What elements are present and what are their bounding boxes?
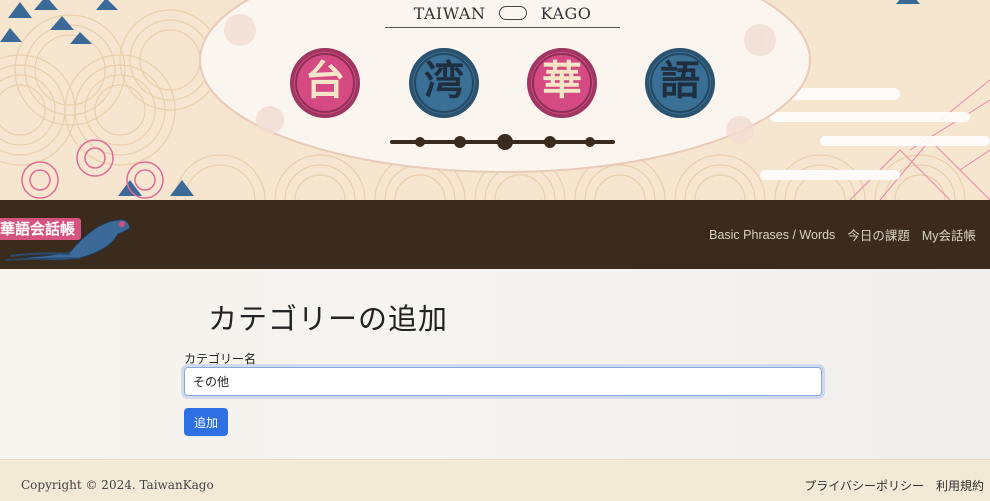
banner-pattern bbox=[0, 0, 990, 200]
category-name-input[interactable] bbox=[184, 367, 822, 396]
knot-icon bbox=[499, 5, 528, 20]
logo-text[interactable]: 華語会話帳 bbox=[0, 218, 82, 240]
kago-title-right: KAGO bbox=[540, 4, 592, 23]
nav-link-basic-phrases[interactable]: Basic Phrases / Words bbox=[709, 228, 835, 242]
banner-char-1: 台 bbox=[290, 48, 360, 118]
banner-char-2: 湾 bbox=[409, 48, 479, 118]
kago-title-left: TAIWAN bbox=[413, 4, 486, 23]
banner-char-3: 華 bbox=[527, 48, 597, 118]
main-content bbox=[0, 269, 990, 459]
nav-links: Basic Phrases / Words 今日の課題 My会話帳 bbox=[709, 200, 976, 269]
add-button[interactable]: 追加 bbox=[184, 408, 228, 436]
page-title: カテゴリーの追加 bbox=[208, 302, 449, 336]
category-name-label: カテゴリー名 bbox=[184, 352, 257, 366]
footer-link-privacy-policy[interactable]: プライバシーポリシー bbox=[804, 477, 924, 494]
copyright: Copyright © 2024. TaiwanKago bbox=[21, 478, 214, 492]
kago-title: TAIWAN KAGO bbox=[385, 0, 620, 28]
nav-link-todays-task[interactable]: 今日の課題 bbox=[847, 225, 910, 244]
footer-link-terms[interactable]: 利用規約 bbox=[936, 477, 984, 494]
header-banner: TAIWAN KAGO 台 湾 華 語 bbox=[0, 0, 990, 200]
footer-links: プライバシーポリシー 利用規約 bbox=[804, 477, 984, 494]
nav-link-my-phrasebook[interactable]: My会話帳 bbox=[922, 225, 976, 244]
banner-char-4: 語 bbox=[645, 48, 715, 118]
